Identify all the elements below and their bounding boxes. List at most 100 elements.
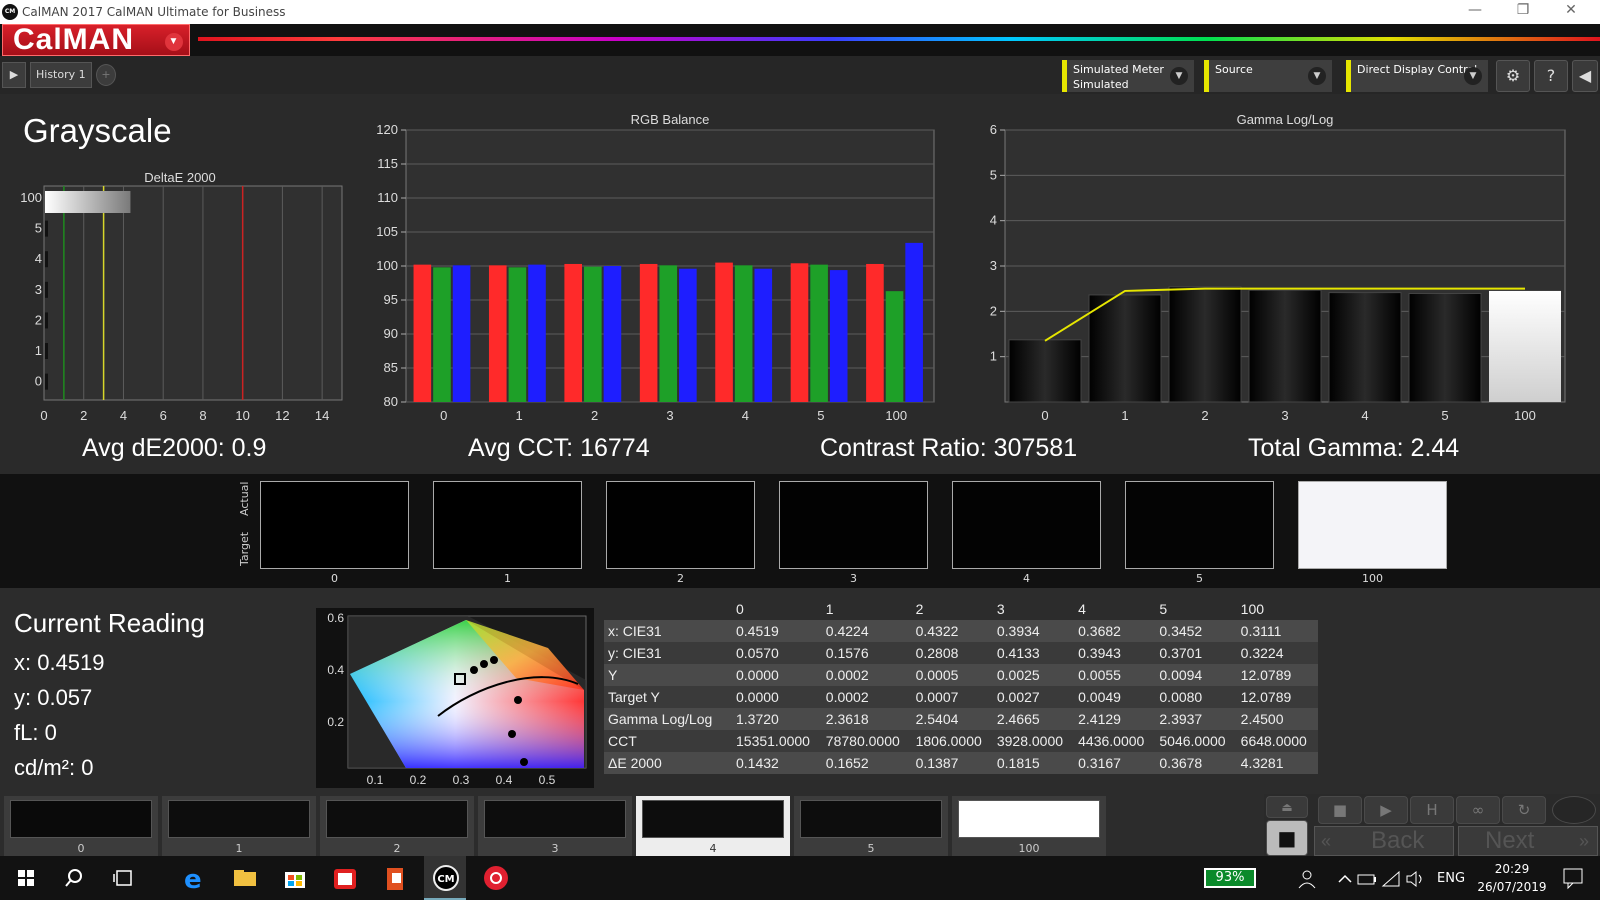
deltae-y-tick: 1 <box>35 343 42 358</box>
table-cell: 0.3934 <box>992 620 1075 642</box>
row-label: ΔE 2000 <box>604 752 732 774</box>
file-explorer-icon[interactable] <box>226 862 262 894</box>
patch-1[interactable]: 1 <box>162 796 316 856</box>
patch-100[interactable]: 100 <box>952 796 1106 856</box>
refresh-icon[interactable]: ↻ <box>1502 796 1546 824</box>
source-select[interactable]: Source ▼ <box>1204 60 1332 92</box>
swatch-label: 1 <box>504 572 511 585</box>
reading-x: x: 0.4519 <box>14 650 105 675</box>
store-icon[interactable] <box>276 862 312 894</box>
stop-large-icon[interactable]: ■ <box>1266 820 1308 856</box>
svg-text:e: e <box>184 865 202 894</box>
rgb-balance-y-tick: 105 <box>376 224 398 239</box>
gamma-bar <box>1408 292 1482 403</box>
hold-icon[interactable]: H <box>1410 796 1454 824</box>
table-cell: 2.3618 <box>821 708 912 730</box>
calman-menu-button[interactable]: CalMAN ▼ <box>2 24 190 56</box>
rgb-balance-chart: RGB Balance 80 85 90 95 100 105 110 115 120 0 1 2 3 4 5… <box>376 112 935 423</box>
row-label: Gamma Log/Log <box>604 708 732 730</box>
rgb-balance-x-tick: 2 <box>591 408 598 423</box>
rgb-bar-b <box>829 270 848 402</box>
patch-color <box>10 800 152 838</box>
battery-indicator[interactable]: 93% <box>1204 868 1256 888</box>
deltae-bar <box>45 251 48 268</box>
table-cell: 0.1432 <box>732 752 822 774</box>
swatch-0 <box>260 481 409 569</box>
gamma-x-tick: 100 <box>1514 408 1536 423</box>
patch-3[interactable]: 3 <box>478 796 632 856</box>
rgb-bar-r <box>413 264 432 402</box>
patch-5[interactable]: 5 <box>794 796 948 856</box>
people-icon[interactable] <box>1296 868 1318 890</box>
volume-icon[interactable] <box>1404 868 1426 890</box>
language-indicator[interactable]: ENG <box>1437 871 1465 886</box>
notifications-icon[interactable] <box>1560 866 1588 890</box>
play-icon-button[interactable]: ▶ <box>2 62 26 88</box>
deltae-bar <box>45 373 48 390</box>
office-app-icon[interactable] <box>376 862 412 894</box>
gamma-bar <box>1168 286 1242 403</box>
chevron-down-icon: ▼ <box>1464 67 1482 85</box>
table-cell: 0.3224 <box>1236 642 1318 664</box>
reading-y: y: 0.057 <box>14 685 93 710</box>
rgb-bar-g <box>734 265 753 402</box>
reader-app-icon[interactable] <box>326 862 362 894</box>
direct-display-control-select[interactable]: Direct Display Control ▼ <box>1346 60 1488 92</box>
table-cell: 12.0789 <box>1236 664 1318 686</box>
close-button[interactable]: ✕ <box>1548 2 1594 22</box>
battery-tray-icon[interactable] <box>1356 868 1378 890</box>
restore-button[interactable]: ❐ <box>1500 2 1546 22</box>
tab-history-1[interactable]: History 1 <box>30 62 92 88</box>
cie-y-label: 0.6 <box>327 611 344 625</box>
patch-2[interactable]: 2 <box>320 796 474 856</box>
chevron-up-icon[interactable] <box>1334 868 1356 890</box>
swatch-2 <box>606 481 755 569</box>
deltae-x-tick: 14 <box>315 408 329 423</box>
patch-label: 4 <box>709 842 717 855</box>
loop-icon[interactable]: ∞ <box>1456 796 1500 824</box>
aperture-app-icon[interactable] <box>478 862 514 894</box>
task-view-icon[interactable] <box>106 862 142 894</box>
deltae-y-tick: 100 <box>20 190 42 205</box>
settings-gear-icon[interactable]: ⚙ <box>1496 60 1530 92</box>
gamma-bar <box>1008 339 1082 403</box>
edge-browser-icon[interactable]: e <box>176 862 212 894</box>
record-icon[interactable] <box>1552 796 1596 824</box>
collapse-panel-icon[interactable]: ◀ <box>1572 60 1598 92</box>
rgb-bar-g <box>659 265 678 402</box>
eject-icon[interactable]: ⏏ <box>1266 796 1308 818</box>
swatch-1 <box>433 481 582 569</box>
search-icon[interactable] <box>56 862 92 894</box>
table-cell: 0.4133 <box>992 642 1075 664</box>
meter-select[interactable]: Simulated Meter Simulated ▼ <box>1062 60 1194 92</box>
wifi-icon[interactable] <box>1380 868 1402 890</box>
rgb-balance-x-tick: 5 <box>817 408 824 423</box>
gamma-y-tick: 2 <box>990 303 997 318</box>
gamma-bar <box>1088 294 1162 403</box>
table-cell: 5046.0000 <box>1155 730 1237 752</box>
table-cell: 0.0080 <box>1155 686 1237 708</box>
clock-date[interactable]: 26/07/2019 <box>1476 880 1548 894</box>
patch-4[interactable]: 4 <box>636 796 790 856</box>
rgb-bar-r <box>488 265 507 402</box>
actual-label: Actual <box>238 481 251 516</box>
windows-start-icon[interactable] <box>8 862 44 894</box>
table-row: CCT 15351.0000 78780.0000 1806.0000 3928.000… <box>604 730 1318 752</box>
add-tab-button[interactable]: + <box>96 64 116 86</box>
help-icon[interactable]: ? <box>1534 60 1568 92</box>
swatch-label: 2 <box>677 572 684 585</box>
play-icon[interactable]: ▶ <box>1364 796 1408 824</box>
patch-label: 3 <box>551 842 559 855</box>
minimize-button[interactable]: — <box>1452 2 1498 22</box>
table-cell: 0.1815 <box>992 752 1075 774</box>
clock-time[interactable]: 20:29 <box>1476 862 1548 876</box>
stop-icon[interactable]: ■ <box>1318 796 1362 824</box>
rgb-balance-y-tick: 90 <box>384 326 398 341</box>
column-header: 0 <box>732 598 822 620</box>
gamma-x-tick: 2 <box>1201 408 1208 423</box>
calman-taskbar-icon[interactable]: CM <box>428 862 464 894</box>
table-cell: 0.3943 <box>1074 642 1156 664</box>
back-button[interactable]: « Back <box>1314 826 1454 856</box>
patch-0[interactable]: 0 <box>4 796 158 856</box>
next-button[interactable]: Next » <box>1458 826 1598 856</box>
